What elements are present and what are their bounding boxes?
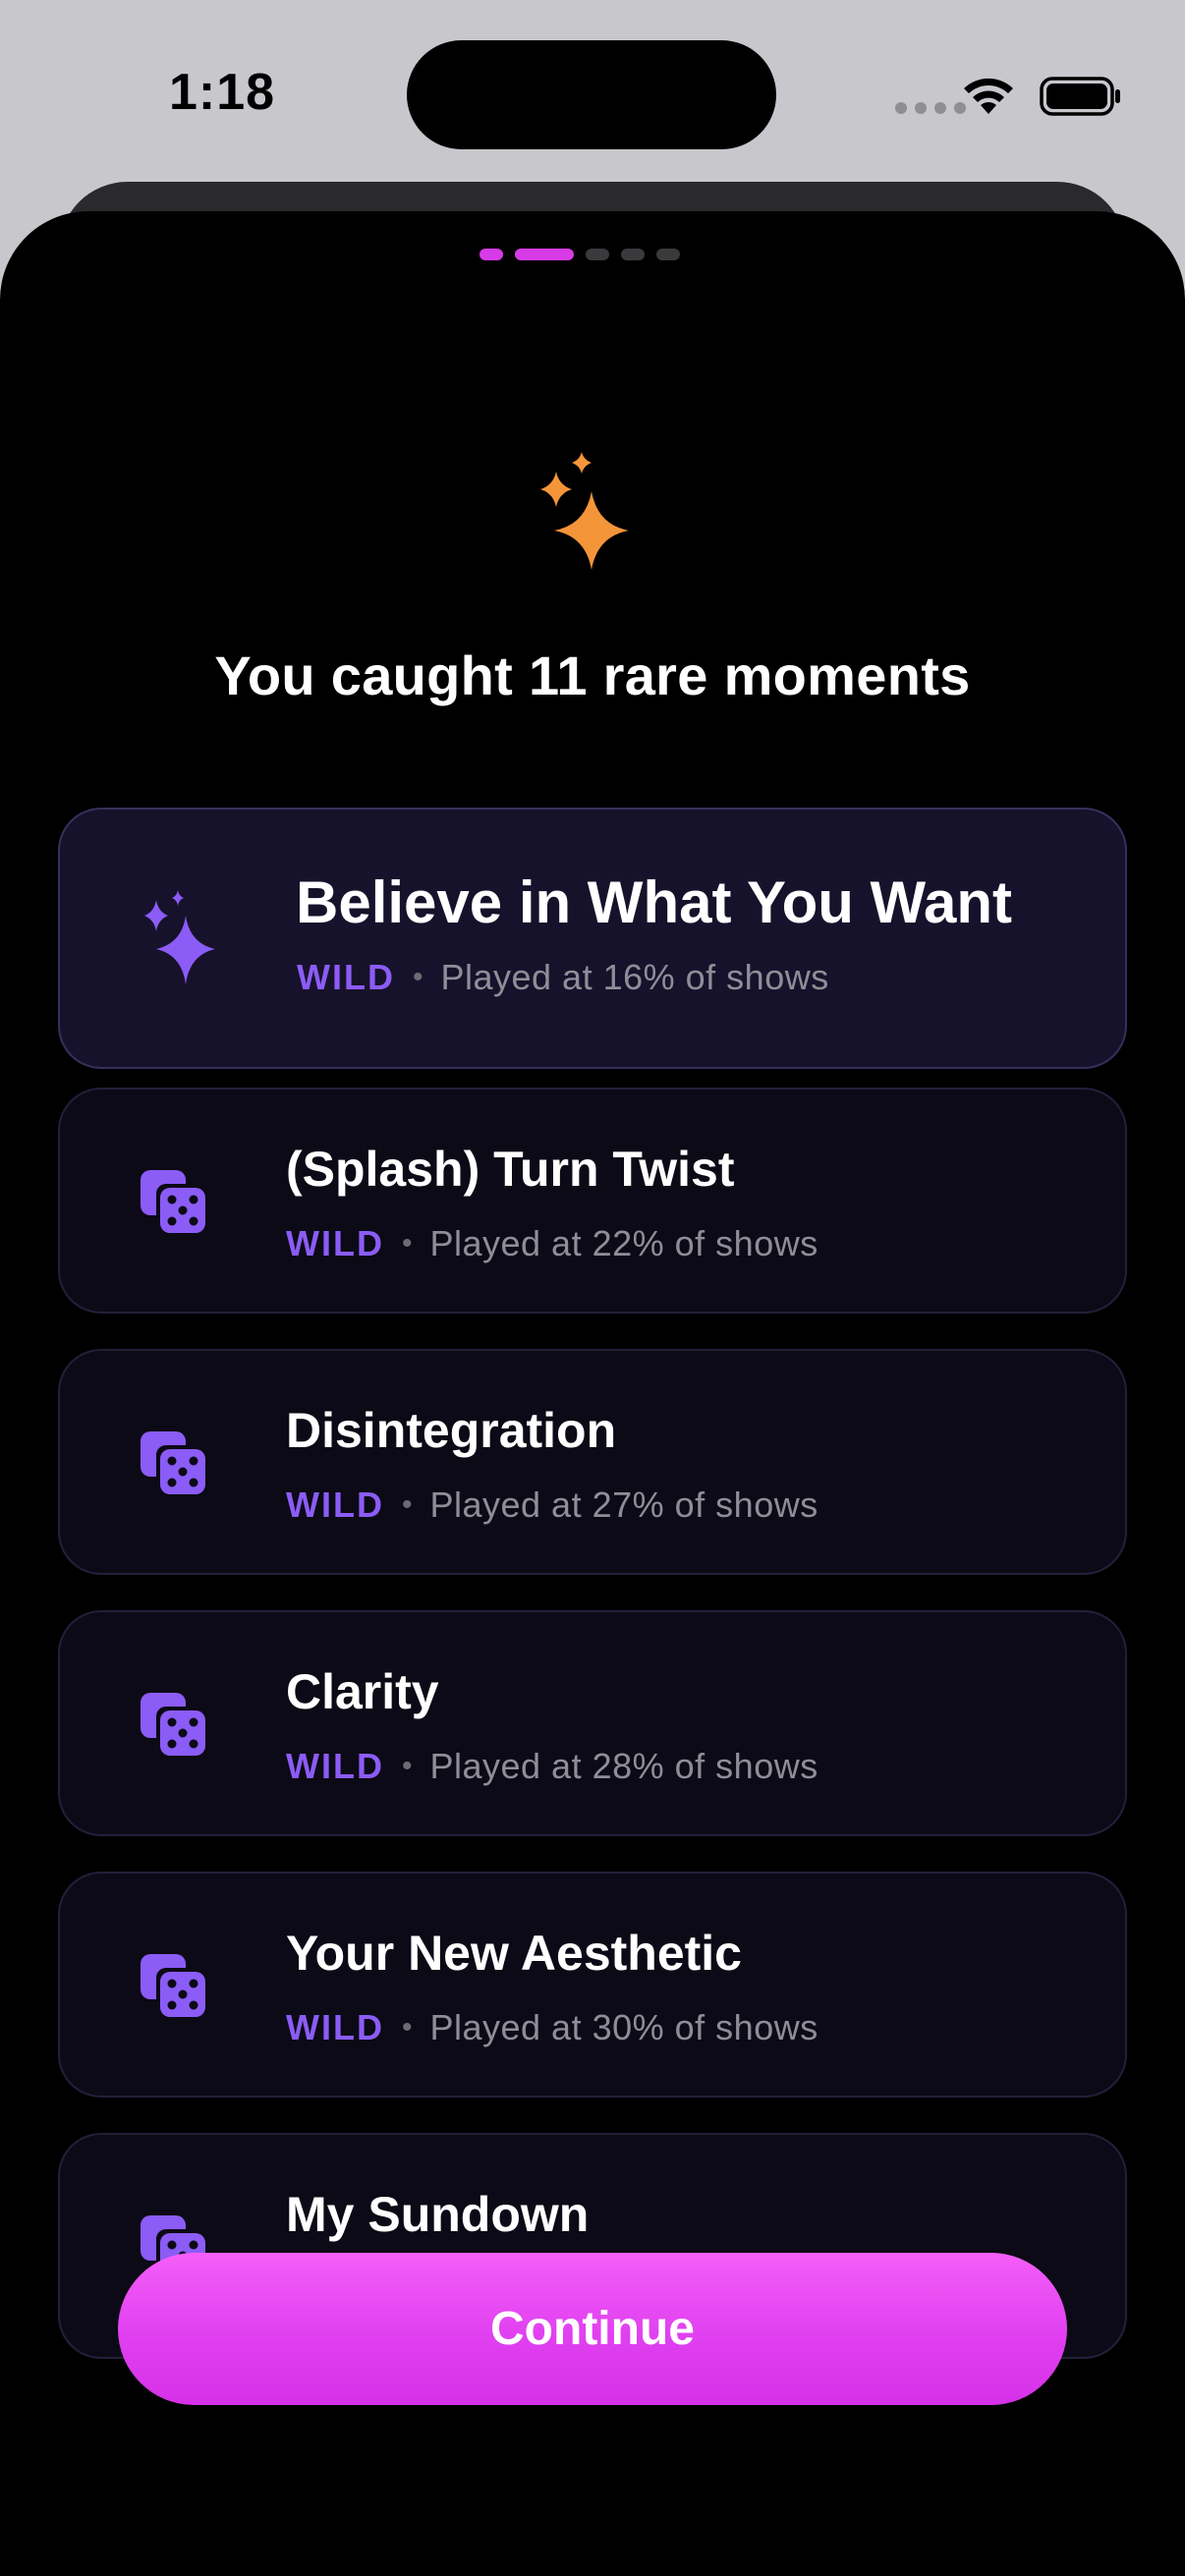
page-dot — [586, 249, 609, 260]
rare-moments-sheet: You caught 11 rare moments Believe in Wh… — [0, 211, 1185, 2576]
song-card[interactable]: Believe in What You Want WILD • Played at 1… — [58, 808, 1127, 1069]
separator-dot: • — [401, 1227, 413, 1260]
continue-button[interactable]: Continue — [118, 2253, 1067, 2405]
dynamic-island — [407, 40, 776, 149]
page-dot — [656, 249, 680, 260]
play-rate: Played at 16% of shows — [440, 957, 829, 997]
song-card[interactable]: Disintegration WILD • Played at 27% of show… — [58, 1349, 1127, 1575]
rarity-tag: WILD — [286, 2007, 384, 2047]
sparkles-icon — [141, 890, 227, 992]
rarity-tag: WILD — [286, 1223, 384, 1263]
battery-icon — [1040, 77, 1120, 116]
sparkles-icon — [540, 452, 629, 570]
separator-dot: • — [412, 961, 423, 993]
play-rate: Played at 22% of shows — [429, 1223, 818, 1263]
song-title: Believe in What You Want — [296, 869, 1012, 935]
song-meta: WILD • Played at 16% of shows — [297, 957, 829, 998]
play-rate: Played at 28% of shows — [429, 1746, 818, 1786]
rarity-tag: WILD — [286, 1746, 384, 1786]
song-card[interactable]: Your New Aesthetic WILD • Played at 30% of … — [58, 1872, 1127, 2098]
cellular-signal-icon — [895, 102, 966, 114]
rarity-tag: WILD — [286, 1484, 384, 1525]
page-dot — [480, 249, 503, 260]
song-title: My Sundown — [286, 2187, 590, 2242]
song-meta: WILD • Played at 22% of shows — [286, 1223, 818, 1264]
page-indicator — [480, 249, 680, 260]
song-card[interactable]: Clarity WILD • Played at 28% of shows — [58, 1610, 1127, 1836]
song-title: Disintegration — [286, 1403, 617, 1458]
rarity-tag: WILD — [297, 957, 395, 997]
rare-songs-list[interactable]: Believe in What You Want WILD • Played at 1… — [58, 808, 1127, 2438]
song-meta: WILD • Played at 28% of shows — [286, 1746, 818, 1787]
play-rate: Played at 30% of shows — [429, 2007, 818, 2047]
song-title: (Splash) Turn Twist — [286, 1142, 735, 1197]
separator-dot: • — [401, 2011, 413, 2044]
play-rate: Played at 27% of shows — [429, 1484, 818, 1525]
headline: You caught 11 rare moments — [214, 644, 971, 706]
separator-dot: • — [401, 1488, 413, 1521]
status-bar: 1:18 — [0, 0, 1185, 187]
song-card[interactable]: (Splash) Turn Twist WILD • Played at 22% of… — [58, 1088, 1127, 1314]
song-meta: WILD • Played at 30% of shows — [286, 2007, 818, 2048]
song-meta: WILD • Played at 27% of shows — [286, 1484, 818, 1526]
status-icons — [831, 0, 1185, 187]
song-title: Clarity — [286, 1664, 439, 1719]
song-title: Your New Aesthetic — [286, 1926, 742, 1981]
status-time: 1:18 — [169, 64, 276, 121]
page-dot — [621, 249, 645, 260]
dice-icon — [139, 1429, 209, 1500]
dice-icon — [139, 1952, 209, 2023]
dice-icon — [139, 1691, 209, 1762]
separator-dot: • — [401, 1750, 413, 1782]
dice-icon — [139, 1168, 209, 1239]
screen: 1:18 You caught 11 rare moments Believe … — [0, 0, 1185, 2576]
wifi-icon — [964, 78, 1013, 114]
page-dot — [515, 249, 574, 260]
